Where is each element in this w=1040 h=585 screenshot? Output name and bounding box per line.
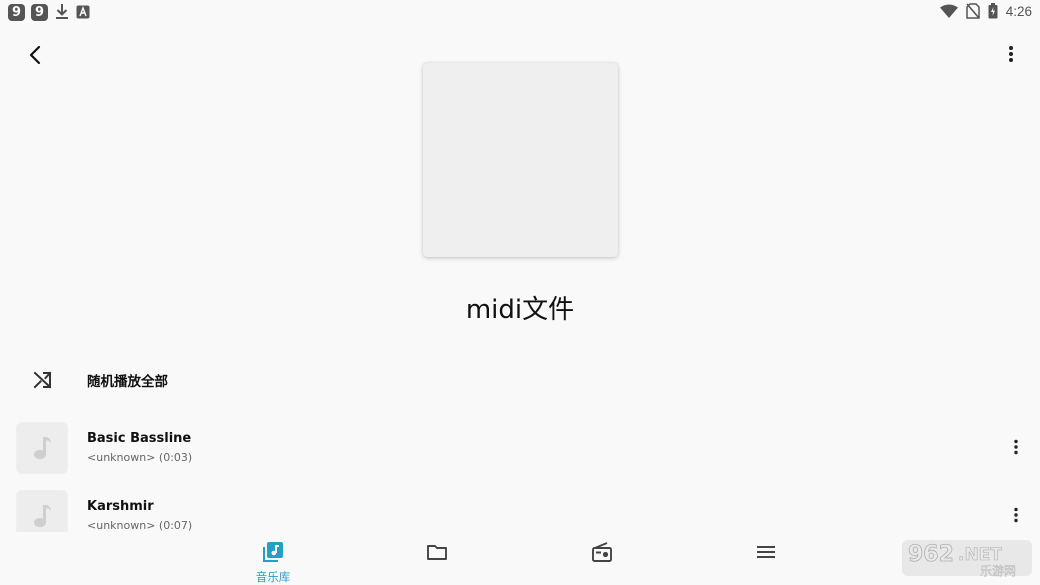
watermark-logo: 962 .NET 乐游网 (902, 540, 1032, 578)
more-vert-icon[interactable] (1006, 505, 1026, 525)
radio-icon (592, 542, 612, 562)
track-subtitle: <unknown> (0:07) (87, 519, 193, 532)
track-title: Karshmir (87, 499, 154, 514)
notification-badge: 9 (31, 3, 48, 21)
nav-folders[interactable] (397, 538, 477, 582)
download-icon (56, 4, 68, 19)
nav-menu[interactable] (726, 538, 806, 582)
svg-text:962: 962 (908, 542, 954, 567)
battery-icon (988, 3, 998, 19)
svg-text:乐游网: 乐游网 (980, 564, 1016, 578)
shuffle-all-button[interactable]: 随机播放全部 (0, 360, 1040, 400)
music-note-icon (34, 437, 51, 460)
shuffle-all-label: 随机播放全部 (87, 374, 168, 390)
track-thumbnail (17, 423, 67, 473)
status-bar-left: 9 9 (8, 3, 90, 21)
playlist-cover (423, 63, 618, 257)
more-options-button[interactable] (999, 41, 1023, 69)
a-icon (76, 5, 90, 19)
track-row[interactable]: Basic Bassline <unknown> (0:03) (0, 423, 1040, 481)
wifi-icon (939, 4, 958, 18)
back-arrow-icon (29, 45, 41, 65)
playlist-title: midi文件 (465, 295, 575, 325)
status-clock: 4:26 (1005, 3, 1032, 19)
status-bar: 9 9 4:26 (0, 0, 1040, 24)
shuffle-icon (33, 371, 52, 389)
more-vert-icon[interactable] (1006, 437, 1026, 457)
library-music-icon (263, 542, 283, 562)
menu-icon (757, 546, 775, 558)
more-vert-icon (1009, 46, 1013, 62)
no-sim-icon (965, 3, 980, 19)
track-subtitle: <unknown> (0:03) (87, 451, 193, 464)
nav-radio[interactable] (562, 538, 642, 582)
folder-icon (427, 545, 447, 560)
track-title: Basic Bassline (87, 431, 192, 446)
status-bar-right: 4:26 (939, 3, 1032, 19)
nav-library-label: 音乐库 (255, 570, 291, 584)
svg-text:.NET: .NET (958, 545, 1002, 565)
bottom-navigation: 音乐库 (0, 532, 1040, 585)
nav-library[interactable]: 音乐库 (233, 538, 313, 584)
back-button[interactable] (22, 41, 50, 69)
music-note-icon (34, 505, 51, 528)
notification-badge: 9 (8, 3, 25, 21)
